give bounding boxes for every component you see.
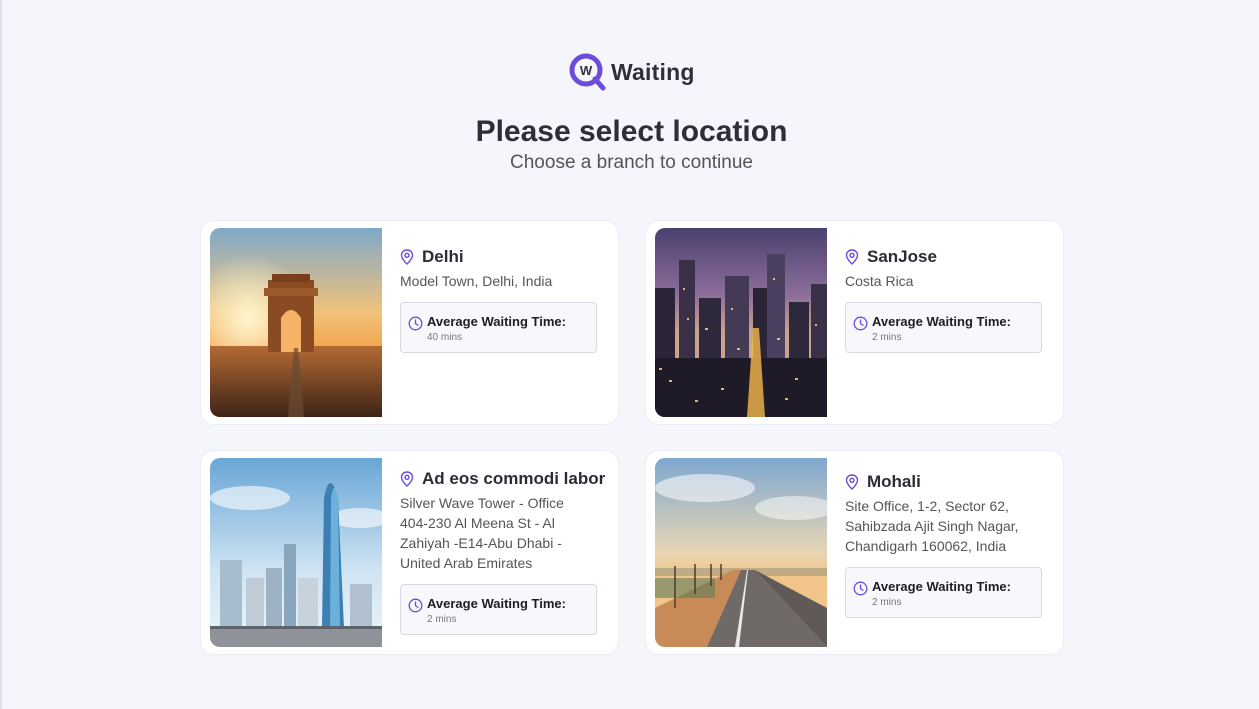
avg-wait-box: Average Waiting Time: 2 mins	[845, 567, 1042, 618]
location-card-sanjose[interactable]: SanJose Costa Rica Average Waiting Time:…	[645, 220, 1064, 425]
wait-value: 2 mins	[872, 597, 902, 608]
location-image-abu-dhabi	[210, 458, 382, 647]
logo-mark-icon: W	[569, 53, 606, 91]
location-pin-icon	[400, 471, 414, 487]
avg-wait-box: Average Waiting Time: 40 mins	[400, 302, 597, 353]
location-name: Mohali	[867, 472, 921, 491]
location-name: SanJose	[867, 247, 937, 266]
location-address: Costa Rica	[845, 273, 914, 289]
avg-wait-box: Average Waiting Time: 2 mins	[845, 302, 1042, 353]
logo-text: Waiting	[611, 58, 695, 85]
location-card-abu-dhabi[interactable]: Ad eos commodi labor Silver Wave Tower -…	[200, 450, 619, 655]
location-address: Silver Wave Tower - Office 404-230 Al Me…	[400, 495, 564, 571]
location-pin-icon	[400, 249, 414, 265]
wait-value: 2 mins	[427, 614, 457, 625]
clock-icon	[408, 316, 423, 331]
wait-value: 40 mins	[427, 332, 463, 343]
logo-letter: W	[580, 63, 593, 78]
location-name: Delhi	[422, 247, 464, 266]
location-image-mohali	[655, 458, 827, 647]
wait-value: 2 mins	[872, 332, 902, 343]
app-logo: W Waiting	[569, 53, 695, 91]
wait-label: Average Waiting Time:	[872, 314, 1011, 329]
wait-label: Average Waiting Time:	[427, 314, 566, 329]
page-subtitle: Choose a branch to continue	[510, 152, 753, 173]
avg-wait-box: Average Waiting Time: 2 mins	[400, 584, 597, 635]
wait-label: Average Waiting Time:	[427, 596, 566, 611]
wait-label: Average Waiting Time:	[872, 579, 1011, 594]
clock-icon	[853, 581, 868, 596]
location-card-delhi[interactable]: Delhi Model Town, Delhi, India Average W…	[200, 220, 619, 425]
page-title: Please select location	[475, 115, 788, 148]
location-card-mohali[interactable]: Mohali Site Office, 1-2, Sector 62, Sahi…	[645, 450, 1064, 655]
clock-icon	[408, 598, 423, 613]
location-address: Site Office, 1-2, Sector 62, Sahibzada A…	[845, 498, 1019, 554]
location-address: Model Town, Delhi, India	[400, 273, 553, 289]
location-image-delhi	[210, 228, 382, 417]
location-name: Ad eos commodi labor	[422, 469, 606, 488]
location-image-sanjose	[655, 228, 827, 417]
clock-icon	[853, 316, 868, 331]
location-pin-icon	[845, 249, 859, 265]
location-pin-icon	[845, 474, 859, 490]
